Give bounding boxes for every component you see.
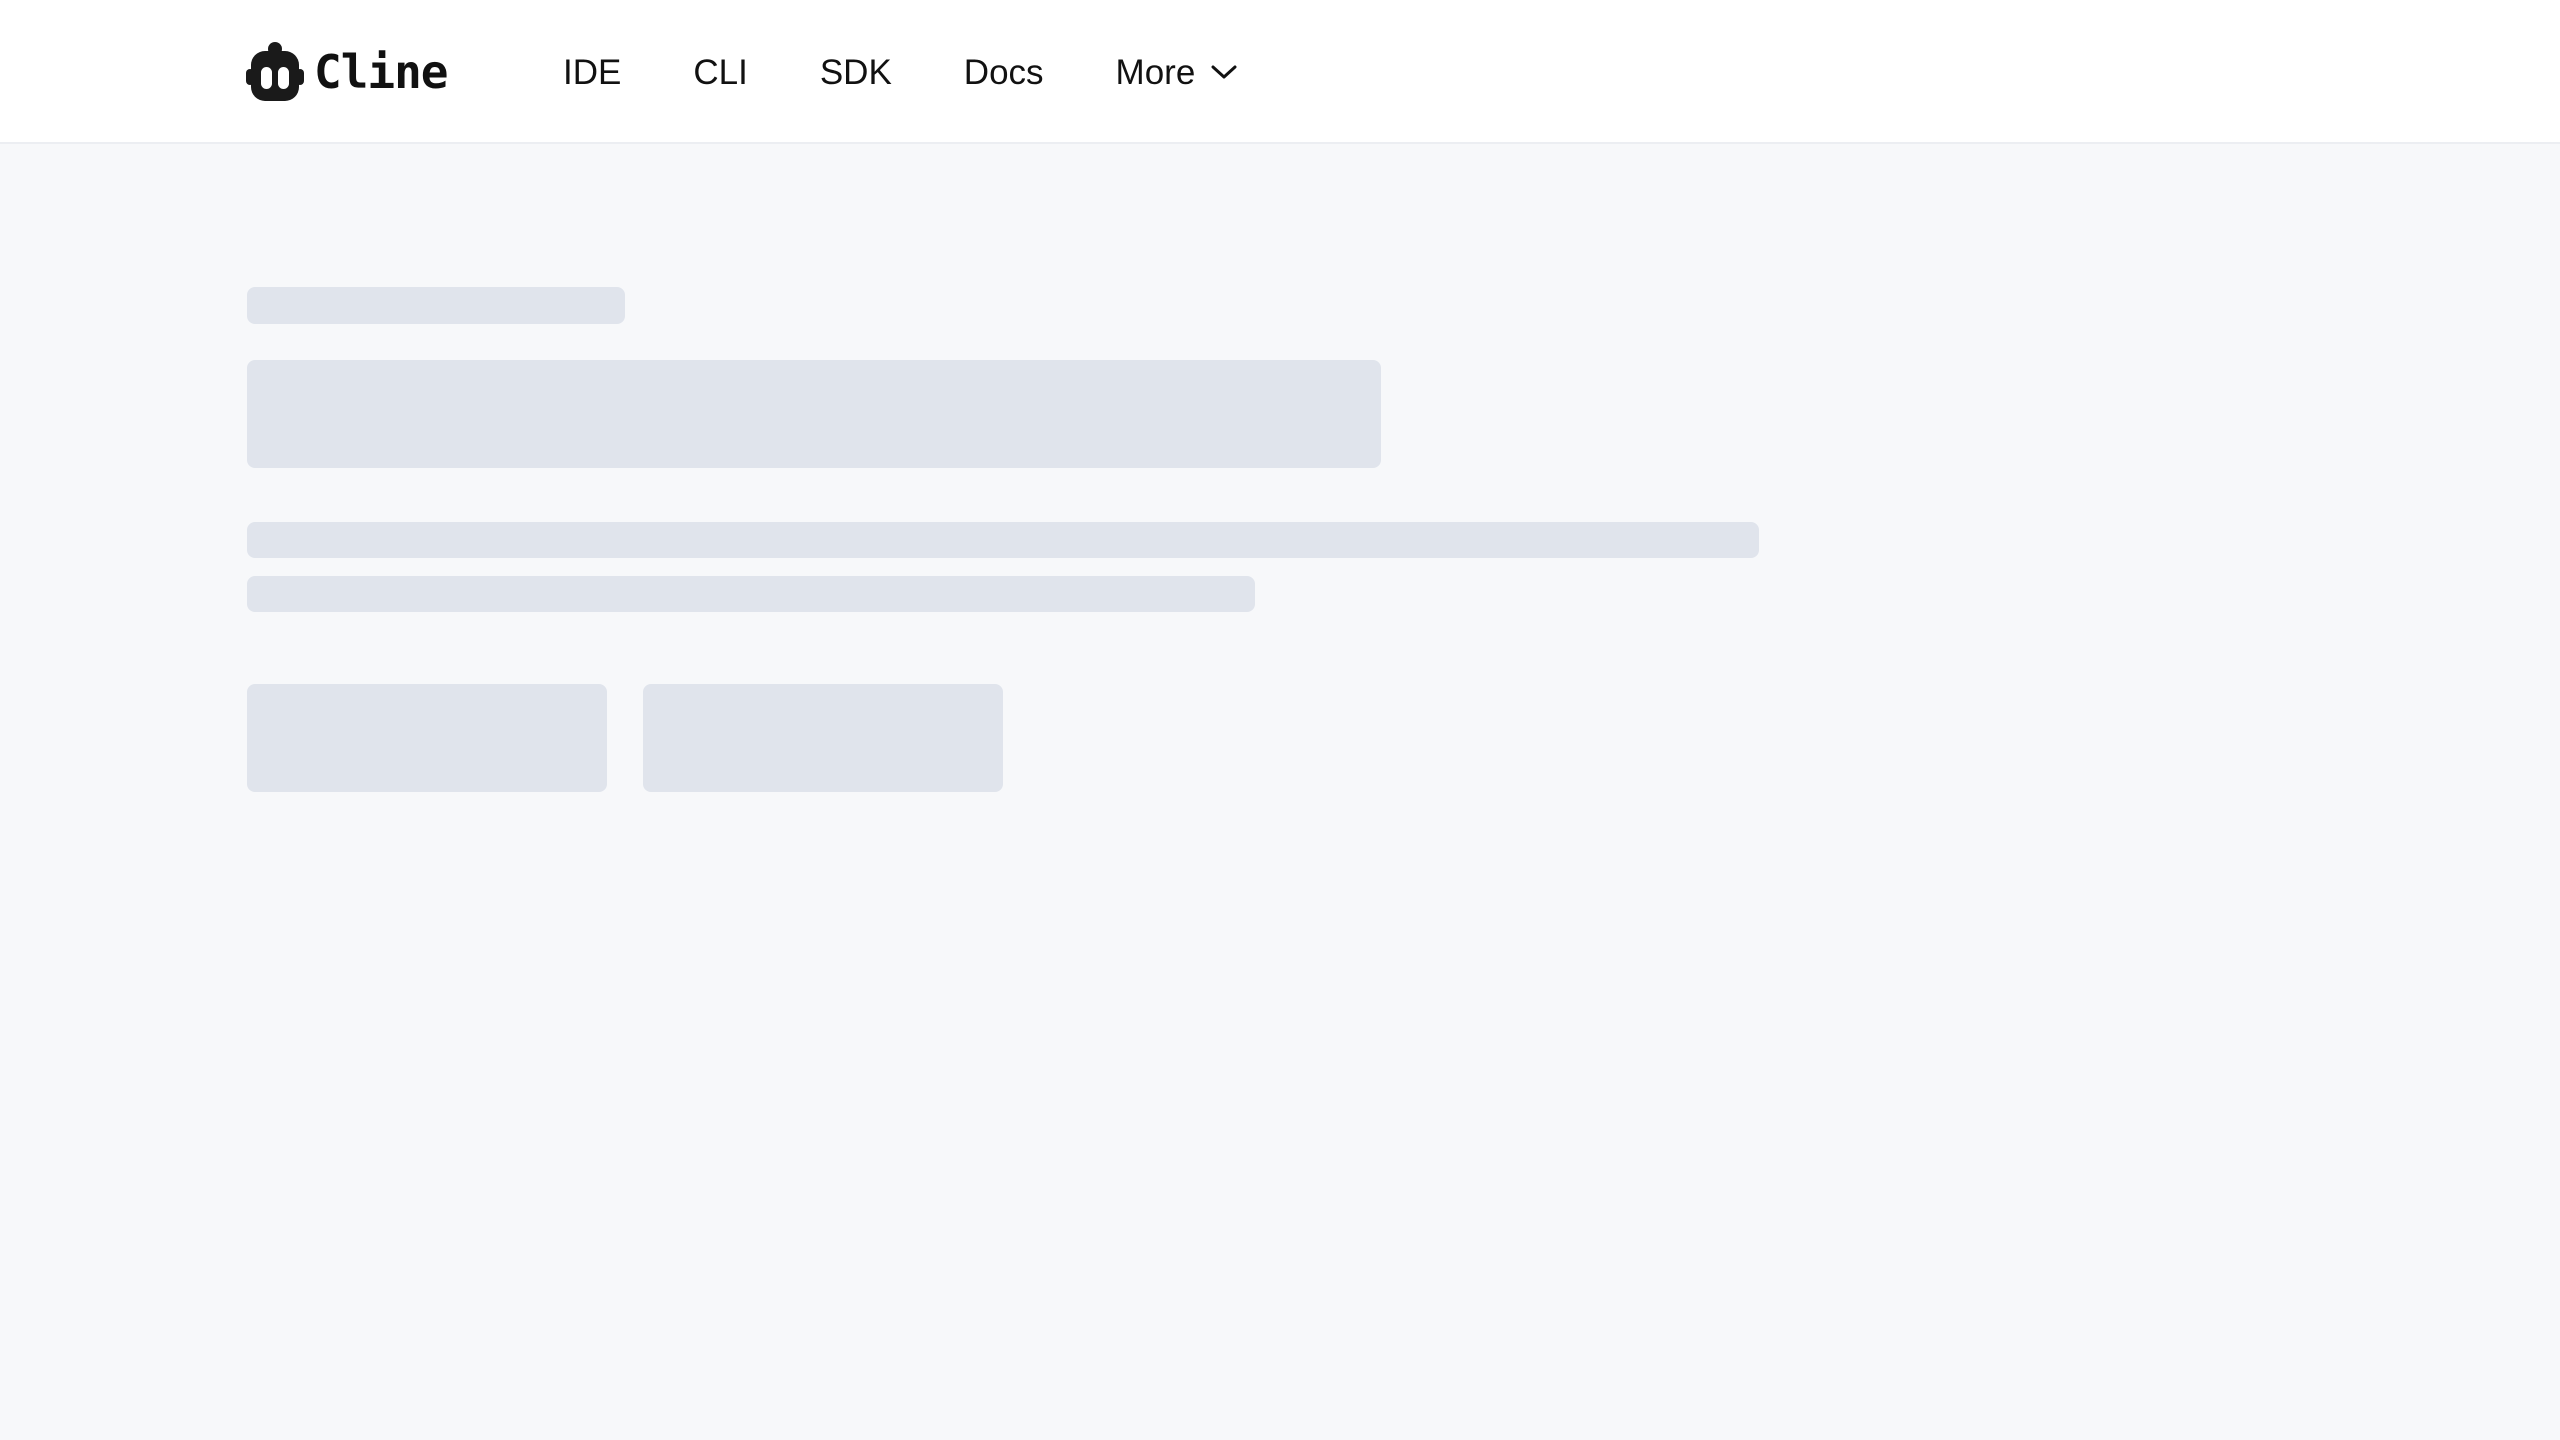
skeleton-text-line [247, 522, 1759, 558]
site-header: Cline IDE CLI SDK Docs More [0, 0, 2560, 144]
brand-name: Cline [314, 45, 448, 99]
nav-more-dropdown[interactable]: More [1116, 55, 1238, 90]
skeleton-button [643, 684, 1003, 792]
chevron-down-icon [1211, 65, 1237, 79]
skeleton-button [247, 684, 607, 792]
main-nav: IDE CLI SDK Docs More [563, 0, 1237, 144]
nav-item-sdk[interactable]: SDK [820, 55, 892, 90]
skeleton-title [247, 360, 1381, 468]
nav-more-label: More [1115, 52, 1196, 92]
nav-item-docs[interactable]: Docs [964, 55, 1044, 90]
nav-item-cli[interactable]: CLI [693, 55, 747, 90]
nav-item-ide[interactable]: IDE [563, 55, 621, 90]
skeleton-eyebrow [247, 287, 625, 324]
robot-head-icon [246, 42, 304, 101]
brand-logo-link[interactable]: Cline [246, 40, 448, 104]
skeleton-text-line [247, 576, 1255, 612]
